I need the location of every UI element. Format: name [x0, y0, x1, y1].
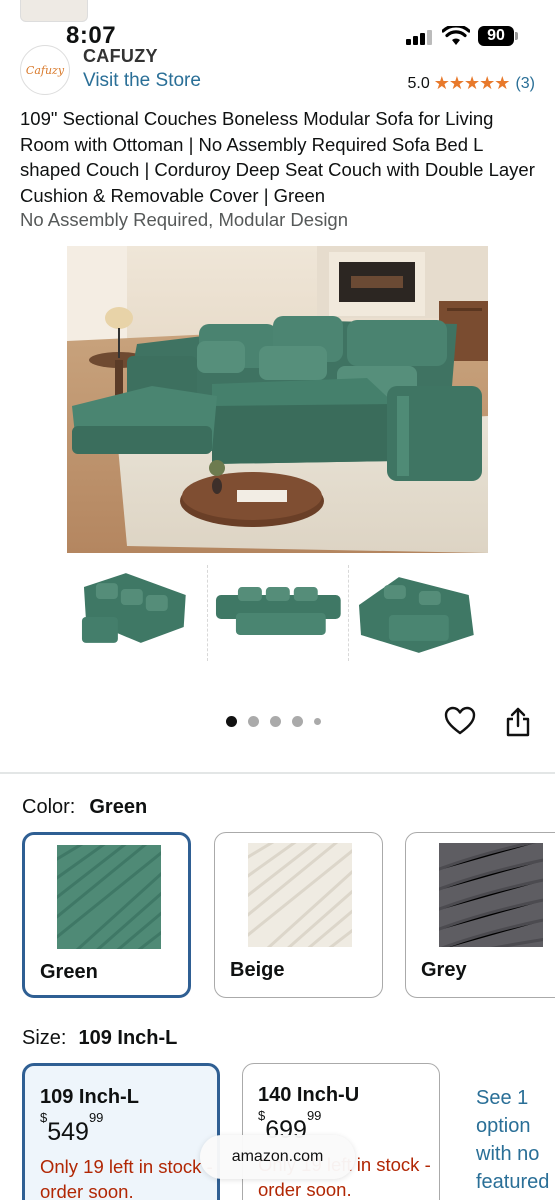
- browser-url-pill[interactable]: amazon.com: [200, 1135, 355, 1179]
- see-more-text: See 1 option with no featured offers: [476, 1087, 550, 1200]
- size-option-109-inch-l[interactable]: 109 Inch-L $54999 Only 19 left in stock …: [22, 1063, 220, 1200]
- size-name: 140 Inch-U: [258, 1084, 360, 1106]
- size-option-140-inch-u[interactable]: 140 Inch-U $69999 Only 19 left in stock …: [242, 1063, 440, 1200]
- grey-swatch-image: [439, 843, 543, 947]
- color-option-green[interactable]: Green: [22, 832, 191, 998]
- green-swatch-image: [57, 845, 161, 949]
- pager-dot[interactable]: [292, 716, 303, 727]
- price-cents: 99: [306, 1107, 322, 1123]
- product-subtitle: No Assembly Required, Modular Design: [20, 209, 349, 230]
- product-title: 109" Sectional Couches Boneless Modular …: [20, 108, 535, 206]
- color-name: Beige: [230, 959, 285, 981]
- wifi-icon: [442, 26, 470, 45]
- price-whole: 549: [47, 1118, 89, 1146]
- thumbnail-1[interactable]: [66, 565, 207, 661]
- pager-dot-active[interactable]: [226, 716, 237, 727]
- pager-dot[interactable]: [314, 718, 321, 725]
- rating-summary[interactable]: 5.0 ★★★★★ (3): [408, 73, 536, 94]
- pager-dot[interactable]: [248, 716, 259, 727]
- color-option-grey[interactable]: Grey: [405, 832, 555, 998]
- store-logo[interactable]: Cafuzy: [20, 45, 70, 95]
- size-selector-label: Size: 109 Inch-L: [22, 1027, 177, 1050]
- color-option-beige[interactable]: Beige: [214, 832, 383, 998]
- product-main-image[interactable]: [67, 246, 488, 553]
- stock-warning: Only 19 left in stock - order soon.: [40, 1156, 213, 1200]
- brand-name: CAFUZY: [83, 46, 158, 66]
- section-divider: [0, 772, 555, 774]
- cellular-signal-icon: [406, 29, 432, 45]
- star-rating-icon: ★★★★★: [433, 73, 511, 93]
- heart-icon[interactable]: [444, 706, 476, 736]
- status-bar: 8:07 90: [0, 0, 555, 50]
- selected-color: Green: [89, 796, 148, 818]
- size-name: 109 Inch-L: [40, 1086, 139, 1108]
- thumbnail-2[interactable]: [206, 565, 349, 661]
- color-name: Green: [40, 961, 98, 983]
- store-logo-text: Cafuzy: [25, 63, 65, 77]
- image-thumbnail-strip: [66, 565, 490, 661]
- rating-value: 5.0: [407, 74, 430, 92]
- pager-dot[interactable]: [270, 716, 281, 727]
- selected-size: 109 Inch-L: [78, 1027, 178, 1049]
- price-currency: $: [258, 1107, 266, 1123]
- share-icon[interactable]: [504, 706, 532, 738]
- price-currency: $: [40, 1109, 48, 1125]
- review-count-link[interactable]: (3): [515, 75, 535, 93]
- beige-swatch-image: [248, 843, 352, 947]
- see-more-options-link[interactable]: See 1 option with no featured offers: [476, 1084, 555, 1200]
- color-label: Color:: [22, 796, 76, 818]
- price-cents: 99: [88, 1109, 104, 1125]
- color-name: Grey: [421, 959, 467, 981]
- visit-store-link[interactable]: Visit the Store: [83, 70, 201, 92]
- size-label: Size:: [22, 1027, 67, 1049]
- price: $54999: [40, 1110, 103, 1147]
- battery-icon: 90: [478, 26, 518, 46]
- image-pager[interactable]: [226, 716, 321, 727]
- color-selector-label: Color: Green: [22, 796, 147, 819]
- thumbnail-3[interactable]: [348, 565, 490, 661]
- previous-app-thumbnail: [20, 0, 88, 22]
